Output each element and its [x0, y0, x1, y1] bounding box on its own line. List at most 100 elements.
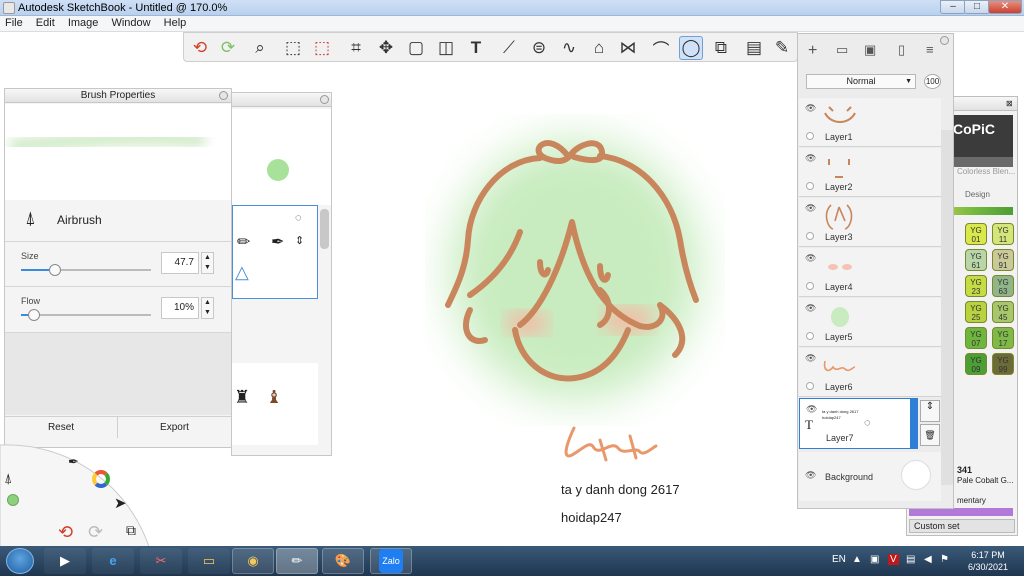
reorder-icon[interactable]: ⇕	[295, 234, 304, 247]
copic-swatch[interactable]: YG 63	[992, 275, 1014, 297]
sketchbook-icon[interactable]: ✏	[276, 548, 318, 574]
menu-file[interactable]: File	[0, 16, 28, 30]
background-layer[interactable]: 👁 Background	[799, 452, 941, 501]
menu-edit[interactable]: Edit	[31, 16, 60, 30]
minimize-button[interactable]: –	[940, 0, 966, 14]
select-arrow-icon[interactable]: ➤	[114, 494, 127, 512]
eye-icon[interactable]: 👁	[805, 470, 816, 481]
copic-swatch[interactable]: YG 23	[965, 275, 987, 297]
snipping-tool-icon[interactable]: ✂	[140, 548, 182, 574]
eye-icon[interactable]: 👁	[805, 103, 816, 114]
text-icon[interactable]: T	[464, 36, 488, 60]
copic-close-icon[interactable]: ⊠	[1006, 99, 1013, 108]
close-button[interactable]: ✕	[988, 0, 1022, 14]
copic-swatch[interactable]: YG 25	[965, 301, 987, 323]
flow-slider-thumb[interactable]	[28, 309, 40, 321]
copic-swatch[interactable]: YG 61	[965, 249, 987, 271]
flow-value-field[interactable]: 10%	[161, 297, 199, 319]
layer-item-7[interactable]: 👁 T ta y danh dong 2617 hoidap247 ◌ Laye…	[799, 398, 911, 449]
undo-icon[interactable]: ⟲	[188, 36, 212, 60]
blend-mode-dropdown[interactable]: Normal ▼	[806, 74, 916, 89]
brush-icon[interactable]: ✎	[770, 36, 794, 60]
fill-icon[interactable]: ◫	[434, 36, 458, 60]
stroke-icon[interactable]: ⌒	[649, 36, 673, 60]
add-image-icon[interactable]: ▣	[864, 42, 876, 58]
ruler-icon[interactable]: ⟋	[497, 36, 521, 60]
layer-item-5[interactable]: 👁 Layer5	[799, 298, 941, 347]
lock-radio[interactable]	[806, 182, 814, 190]
current-color-swatch[interactable]	[7, 494, 19, 506]
network-icon[interactable]: ▤	[906, 554, 915, 565]
pen-tool-icon[interactable]: ✒	[68, 454, 79, 470]
layer-menu-icon[interactable]: ≡	[926, 42, 934, 57]
lock-radio[interactable]	[806, 232, 814, 240]
symmetry-icon[interactable]: ⋈	[616, 36, 640, 60]
flag-icon[interactable]: ⚑	[940, 554, 949, 565]
marker-brush-icon[interactable]: ♜	[234, 387, 250, 408]
dotted-circle-icon[interactable]: ◌	[295, 212, 302, 224]
layer-item-3[interactable]: 👁 Layer3	[799, 198, 941, 247]
layer-panel-close-icon[interactable]	[940, 36, 949, 45]
french-curve-icon[interactable]: ∿	[557, 36, 581, 60]
circle-shape-icon[interactable]: ◯	[679, 36, 703, 60]
internet-explorer-icon[interactable]: e	[92, 548, 134, 574]
lock-radio[interactable]	[806, 282, 814, 290]
background-color-swatch[interactable]	[901, 460, 931, 490]
menu-image[interactable]: Image	[63, 16, 104, 30]
eye-icon[interactable]: 👁	[806, 404, 817, 415]
copic-swatch[interactable]: YG 07	[965, 327, 987, 349]
eye-icon[interactable]: 👁	[805, 203, 816, 214]
size-stepper[interactable]: ▲ ▼	[201, 252, 214, 274]
perspective-icon[interactable]: ⌂	[587, 36, 611, 60]
file-explorer-icon[interactable]: ▭	[188, 548, 230, 574]
pencil-brush-icon[interactable]: ✏	[237, 232, 250, 252]
eye-icon[interactable]: 👁	[805, 353, 816, 364]
size-slider-thumb[interactable]	[49, 264, 61, 276]
layer-stack-icon[interactable]: ▤	[742, 36, 766, 60]
volume-icon[interactable]: ◀	[924, 554, 932, 565]
tab-design[interactable]: Design	[965, 190, 990, 199]
brush-set-2[interactable]: ♜ ♝	[232, 363, 318, 445]
layer-item-2[interactable]: 👁 Layer2	[799, 148, 941, 197]
rect-select-icon[interactable]: ⬚	[310, 36, 334, 60]
lagoon-layer-icon[interactable]: ⧉	[126, 522, 136, 539]
transform-icon[interactable]: ✥	[374, 36, 398, 60]
tray-app-icon[interactable]: ▣	[870, 554, 879, 565]
layer-item-6[interactable]: 👁 Layer6	[799, 348, 941, 397]
lagoon-undo-icon[interactable]: ⟲	[58, 522, 73, 543]
brush-library-close-icon[interactable]	[320, 95, 329, 104]
ink-brush-icon[interactable]: ♝	[266, 387, 282, 408]
brush-properties-close-icon[interactable]	[219, 91, 228, 100]
media-player-icon[interactable]: ▶	[44, 548, 86, 574]
copic-swatch[interactable]: YG 11	[992, 223, 1014, 245]
eye-icon[interactable]: 👁	[805, 253, 816, 264]
paint-icon[interactable]: 🎨	[322, 548, 364, 574]
flow-slider-track[interactable]	[21, 314, 151, 316]
lock-radio[interactable]	[806, 132, 814, 140]
layer-opacity-knob[interactable]: 100	[924, 74, 941, 89]
maximize-button[interactable]: □	[964, 0, 990, 14]
system-clock[interactable]: 6:17 PM 6/30/2021	[958, 549, 1018, 573]
tray-expand-icon[interactable]: ▲	[852, 554, 862, 565]
eye-icon[interactable]: 👁	[805, 303, 816, 314]
start-button[interactable]	[6, 548, 34, 574]
zalo-icon[interactable]: Zalo	[370, 548, 412, 574]
layer-item-4[interactable]: 👁 Layer4	[799, 248, 941, 297]
chrome-icon[interactable]: ◉	[232, 548, 274, 574]
clear-layer-icon[interactable]: ▯	[898, 42, 905, 58]
copic-swatch[interactable]: YG 45	[992, 301, 1014, 323]
copic-swatch[interactable]: YG 99	[992, 353, 1014, 375]
lagoon-redo-icon[interactable]: ⟳	[88, 522, 103, 543]
add-layer-icon[interactable]: +	[808, 42, 817, 60]
copic-swatch[interactable]: YG 17	[992, 327, 1014, 349]
copic-swatch[interactable]: YG 01	[965, 223, 987, 245]
export-button[interactable]: Export	[118, 416, 231, 438]
lock-radio[interactable]	[806, 332, 814, 340]
custom-set-button[interactable]: Custom set	[909, 519, 1015, 533]
brush-library-scrollbar[interactable]	[320, 209, 329, 249]
reset-button[interactable]: Reset	[5, 416, 118, 438]
lock-radio[interactable]	[806, 382, 814, 390]
add-group-icon[interactable]: ▭	[836, 42, 848, 58]
complementary-color-bar[interactable]	[909, 508, 1013, 516]
triangle-brush-icon[interactable]: △	[235, 262, 249, 283]
